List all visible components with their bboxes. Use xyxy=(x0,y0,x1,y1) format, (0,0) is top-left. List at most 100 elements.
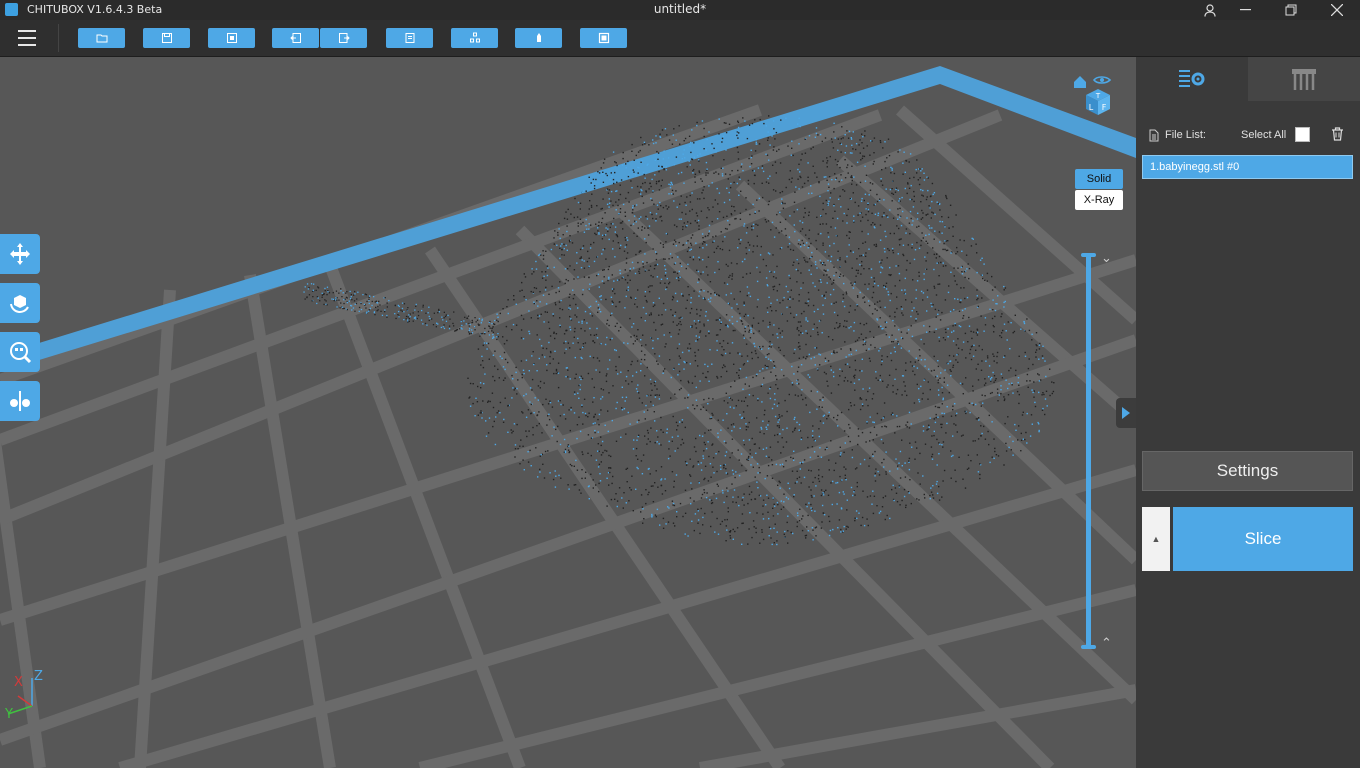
point xyxy=(744,327,746,330)
slice-options-button[interactable]: ▲ xyxy=(1142,507,1170,571)
tab-supports[interactable] xyxy=(1248,57,1360,101)
xray-view-button[interactable]: X-Ray xyxy=(1075,190,1123,210)
select-all-checkbox[interactable] xyxy=(1295,127,1310,142)
point xyxy=(879,374,881,377)
point xyxy=(941,412,943,414)
point xyxy=(935,328,937,330)
copy-button[interactable] xyxy=(386,28,433,48)
chevron-down-icon[interactable]: ⌄ xyxy=(1101,250,1112,266)
point xyxy=(776,213,778,216)
point xyxy=(829,197,831,199)
point xyxy=(732,423,735,425)
3d-viewport[interactable]: T L F Solid X-Ray ⌄ ⌃ Z X Y xyxy=(0,57,1136,768)
point xyxy=(793,494,795,496)
scale-tool-button[interactable] xyxy=(0,332,40,372)
point xyxy=(368,296,370,298)
point xyxy=(883,212,885,214)
point xyxy=(680,444,682,446)
support-button[interactable] xyxy=(515,28,562,48)
move-tool-button[interactable] xyxy=(0,234,40,274)
chevron-up-icon[interactable]: ⌃ xyxy=(1101,635,1112,651)
save-button[interactable] xyxy=(143,28,190,48)
layer-slider-top-handle[interactable] xyxy=(1081,253,1096,257)
point xyxy=(916,383,918,386)
point xyxy=(448,328,451,330)
point xyxy=(312,296,314,298)
point xyxy=(964,276,966,279)
view-cube[interactable]: T L F xyxy=(1070,71,1116,123)
restore-button[interactable] xyxy=(1271,0,1311,20)
point xyxy=(487,342,490,345)
point xyxy=(884,141,886,143)
point xyxy=(843,325,845,328)
point xyxy=(938,336,940,339)
point xyxy=(755,352,757,355)
hollow-button[interactable] xyxy=(580,28,627,48)
point xyxy=(693,408,696,410)
close-button[interactable] xyxy=(1317,0,1357,20)
point xyxy=(505,325,508,328)
point xyxy=(918,400,921,403)
rotate-tool-button[interactable] xyxy=(0,283,40,323)
undo-button[interactable] xyxy=(272,28,319,48)
tab-model-settings[interactable] xyxy=(1136,57,1248,101)
point xyxy=(468,330,470,332)
layer-slider-bottom-handle[interactable] xyxy=(1081,645,1096,649)
point xyxy=(863,458,866,461)
account-icon[interactable] xyxy=(1190,0,1230,20)
mirror-tool-button[interactable] xyxy=(0,381,40,421)
point xyxy=(757,356,759,359)
point xyxy=(760,428,763,430)
point xyxy=(707,403,709,405)
point xyxy=(953,275,955,277)
arrange-button[interactable] xyxy=(451,28,498,48)
point xyxy=(581,451,583,453)
point xyxy=(897,253,899,255)
point xyxy=(791,382,793,384)
point xyxy=(936,253,938,255)
point xyxy=(751,456,753,458)
export-button[interactable] xyxy=(208,28,255,48)
point xyxy=(699,315,701,317)
open-button[interactable] xyxy=(78,28,125,48)
point xyxy=(937,365,940,368)
redo-button[interactable] xyxy=(320,28,367,48)
point xyxy=(691,192,693,194)
trash-icon[interactable] xyxy=(1331,127,1344,141)
point xyxy=(604,234,607,236)
point xyxy=(821,521,823,523)
point xyxy=(569,378,571,380)
point xyxy=(612,475,614,478)
point xyxy=(353,294,355,296)
point xyxy=(582,221,584,224)
point xyxy=(625,502,627,504)
minimize-button[interactable] xyxy=(1225,0,1265,20)
slice-button[interactable]: Slice xyxy=(1173,507,1353,571)
point xyxy=(759,472,761,474)
point xyxy=(671,436,674,438)
point xyxy=(616,235,619,238)
point xyxy=(649,211,652,214)
point xyxy=(854,309,856,311)
point xyxy=(607,410,609,412)
point xyxy=(626,239,629,241)
point xyxy=(822,399,824,401)
point xyxy=(904,476,907,478)
point xyxy=(891,341,893,343)
menu-icon[interactable] xyxy=(18,30,36,46)
point xyxy=(555,428,557,431)
solid-view-button[interactable]: Solid xyxy=(1075,169,1123,189)
layer-slider-track[interactable] xyxy=(1086,255,1091,647)
point xyxy=(627,383,630,385)
panel-collapse-toggle[interactable] xyxy=(1116,398,1136,428)
point xyxy=(850,486,853,489)
point xyxy=(941,232,943,234)
point xyxy=(687,396,689,399)
point xyxy=(775,172,777,174)
file-list-item[interactable]: 1.babyinegg.stl #0 xyxy=(1142,155,1353,179)
point xyxy=(373,311,376,313)
settings-button[interactable]: Settings xyxy=(1142,451,1353,491)
point xyxy=(787,291,789,293)
point xyxy=(956,354,958,356)
point xyxy=(794,482,796,484)
